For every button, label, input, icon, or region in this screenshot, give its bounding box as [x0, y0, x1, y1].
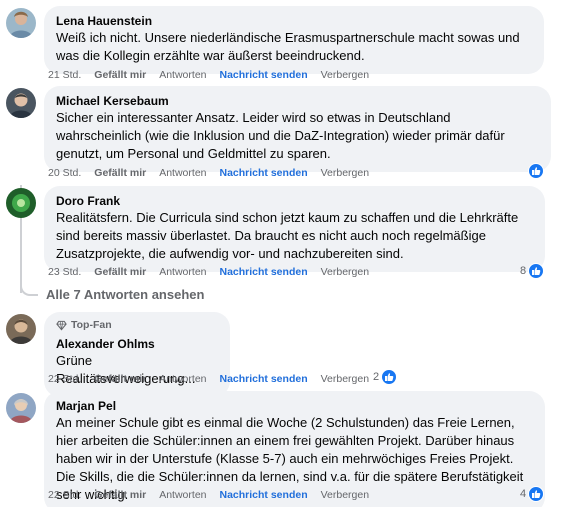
comment-actions: 23 Std. Gefällt mir Antworten Nachricht …	[48, 266, 382, 278]
comment-author[interactable]: Doro Frank	[56, 194, 533, 209]
reply-button[interactable]: Antworten	[159, 489, 206, 501]
comment-actions: 22 Std. Gefällt mir Antworten Nachricht …	[48, 373, 382, 385]
avatar[interactable]	[6, 88, 36, 118]
avatar[interactable]	[6, 393, 36, 423]
like-button[interactable]: Gefällt mir	[94, 489, 146, 501]
send-message-button[interactable]: Nachricht senden	[220, 489, 308, 501]
comment-time[interactable]: 22 Std.	[48, 373, 81, 385]
comment-text: Sicher ein interessanter Ansatz. Leider …	[56, 110, 505, 161]
reaction-count[interactable]: 2	[373, 369, 398, 385]
reaction-number: 8	[520, 265, 527, 277]
hide-button[interactable]: Verbergen	[321, 489, 369, 501]
comment-author[interactable]: Lena Hauenstein	[56, 14, 532, 29]
comment-text: Weiß ich nicht. Unsere niederländische E…	[56, 30, 520, 63]
reaction-number: 4	[520, 488, 527, 500]
thumbs-up-icon	[528, 486, 545, 502]
comment-author[interactable]: Michael Kersebaum	[56, 94, 539, 109]
like-button[interactable]: Gefällt mir	[94, 373, 146, 385]
top-fan-badge: Top-Fan	[56, 318, 218, 332]
thread-elbow	[20, 282, 38, 296]
comment-time[interactable]: 21 Std.	[48, 69, 81, 81]
like-button[interactable]: Gefällt mir	[94, 69, 146, 81]
avatar[interactable]	[6, 188, 36, 218]
comment-author[interactable]: Marjan Pel	[56, 399, 533, 414]
reply-button[interactable]: Antworten	[159, 167, 206, 179]
reaction-number: 2	[373, 371, 380, 383]
like-button[interactable]: Gefällt mir	[94, 167, 146, 179]
like-button[interactable]: Gefällt mir	[94, 266, 146, 278]
diamond-icon	[56, 320, 67, 330]
reaction-count[interactable]: 8	[520, 263, 545, 279]
comment-time[interactable]: 23 Std.	[48, 266, 81, 278]
thumbs-up-icon	[381, 369, 398, 385]
comment-bubble: Michael Kersebaum Sicher ein interessant…	[44, 86, 551, 172]
avatar[interactable]	[6, 314, 36, 344]
comment-thread: Lena Hauenstein Weiß ich nicht. Unsere n…	[0, 0, 567, 507]
comment-bubble: Lena Hauenstein Weiß ich nicht. Unsere n…	[44, 6, 544, 74]
view-more-replies-link[interactable]: Alle 7 Antworten ansehen	[46, 287, 204, 302]
comment-time[interactable]: 22 Std.	[48, 489, 81, 501]
send-message-button[interactable]: Nachricht senden	[220, 266, 308, 278]
comment-time[interactable]: 20 Std.	[48, 167, 81, 179]
hide-button[interactable]: Verbergen	[321, 167, 369, 179]
hide-button[interactable]: Verbergen	[321, 266, 369, 278]
reaction-count[interactable]	[528, 163, 546, 179]
hide-button[interactable]: Verbergen	[321, 69, 369, 81]
reply-button[interactable]: Antworten	[159, 266, 206, 278]
thumbs-up-icon	[528, 263, 545, 279]
send-message-button[interactable]: Nachricht senden	[220, 167, 308, 179]
comment-actions: 21 Std. Gefällt mir Antworten Nachricht …	[48, 69, 382, 81]
send-message-button[interactable]: Nachricht senden	[220, 373, 308, 385]
thumbs-up-icon	[528, 163, 544, 179]
comment-actions: 20 Std. Gefällt mir Antworten Nachricht …	[48, 167, 382, 179]
comment-author[interactable]: Alexander Ohlms	[56, 337, 218, 352]
reply-button[interactable]: Antworten	[159, 69, 206, 81]
send-message-button[interactable]: Nachricht senden	[220, 69, 308, 81]
hide-button[interactable]: Verbergen	[321, 373, 369, 385]
reply-button[interactable]: Antworten	[159, 373, 206, 385]
comment-text: Realitätsfern. Die Curricula sind schon …	[56, 210, 519, 261]
avatar[interactable]	[6, 8, 36, 38]
comment-actions: 22 Std. Gefällt mir Antworten Nachricht …	[48, 489, 382, 501]
reaction-count[interactable]: 4	[520, 486, 545, 502]
comment-bubble: Doro Frank Realitätsfern. Die Curricula …	[44, 186, 545, 272]
top-fan-label: Top-Fan	[71, 319, 112, 331]
